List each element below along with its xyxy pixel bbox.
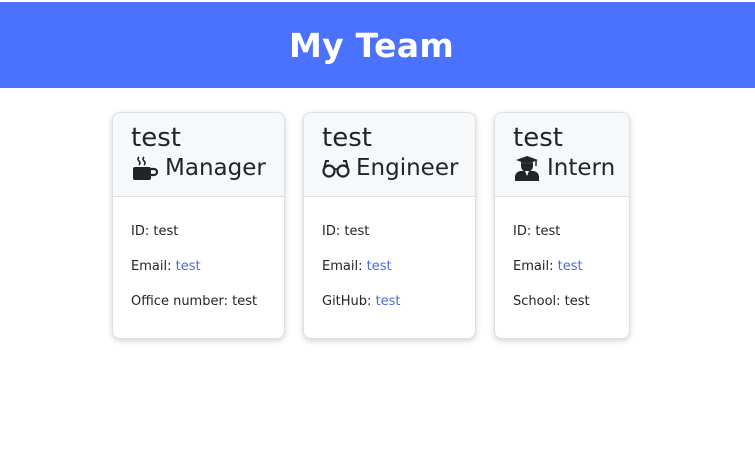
- id-row: ID: test: [131, 222, 284, 257]
- employee-role: Engineer: [322, 153, 475, 183]
- page-title: My Team: [288, 25, 455, 65]
- id-row: ID: test: [513, 222, 629, 257]
- card-body: ID: test Email: test GitHub: test: [304, 197, 475, 327]
- school-label: School:: [513, 294, 565, 309]
- id-row: ID: test: [322, 222, 475, 257]
- role-label: Engineer: [356, 155, 459, 181]
- role-label: Manager: [165, 155, 266, 181]
- employee-role: Intern: [513, 153, 629, 183]
- school-row: School: test: [513, 292, 629, 327]
- office-row: Office number: test: [131, 292, 284, 327]
- card-header: test Manager: [113, 113, 284, 197]
- id-value: test: [535, 224, 561, 239]
- intern-card: test Intern ID: test Email: test School:…: [494, 112, 630, 339]
- employee-name: test: [513, 123, 563, 153]
- id-label: ID:: [131, 224, 154, 239]
- glasses-icon: [322, 155, 350, 181]
- github-row: GitHub: test: [322, 292, 475, 327]
- id-value: test: [344, 224, 370, 239]
- email-link[interactable]: test: [558, 259, 583, 274]
- manager-card: test Manager ID: test Email: test Office…: [112, 112, 285, 339]
- id-label: ID:: [513, 224, 536, 239]
- employee-name: test: [322, 123, 372, 153]
- email-label: Email:: [513, 259, 558, 274]
- office-label: Office number:: [131, 294, 233, 309]
- email-row: Email: test: [322, 257, 475, 292]
- github-link[interactable]: test: [376, 294, 401, 309]
- email-label: Email:: [131, 259, 176, 274]
- id-value: test: [153, 224, 179, 239]
- email-link[interactable]: test: [176, 259, 201, 274]
- employee-name: test: [131, 123, 181, 153]
- role-label: Intern: [547, 155, 616, 181]
- card-header: test Engineer: [304, 113, 475, 197]
- github-label: GitHub:: [322, 294, 376, 309]
- email-label: Email:: [322, 259, 367, 274]
- id-label: ID:: [322, 224, 345, 239]
- email-link[interactable]: test: [367, 259, 392, 274]
- team-cards: test Manager ID: test Email: test Office…: [0, 88, 755, 449]
- graduate-icon: [513, 155, 541, 181]
- employee-role: Manager: [131, 153, 284, 183]
- email-row: Email: test: [131, 257, 284, 292]
- email-row: Email: test: [513, 257, 629, 292]
- card-body: ID: test Email: test School: test: [495, 197, 629, 327]
- page-header: My Team: [0, 2, 755, 88]
- engineer-card: test Engineer ID: test Email: test GitHu…: [303, 112, 476, 339]
- office-value: test: [232, 294, 258, 309]
- card-body: ID: test Email: test Office number: test: [113, 197, 284, 327]
- card-header: test Intern: [495, 113, 629, 197]
- school-value: test: [564, 294, 590, 309]
- mug-icon: [131, 155, 159, 181]
